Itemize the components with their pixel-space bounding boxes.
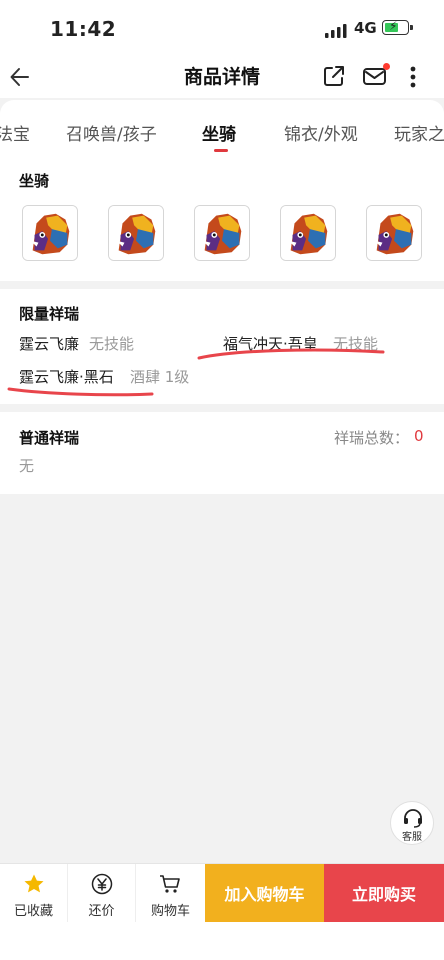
- status-time: 11:42: [50, 17, 117, 41]
- limited-item-note: 酒肆 1级: [130, 368, 190, 386]
- tab-player[interactable]: 玩家之: [394, 120, 444, 145]
- more-icon[interactable]: [404, 64, 422, 90]
- network-type: 4G: [354, 19, 377, 37]
- headset-icon: [404, 809, 422, 828]
- cart-label: 购物车: [150, 904, 190, 919]
- nav-bar: 商品详情: [0, 58, 444, 98]
- dragon-mount-image: [195, 206, 249, 260]
- total-count-label: 祥瑞总数：: [334, 429, 410, 447]
- battery-icon: ⚡: [382, 19, 413, 35]
- empty-text: 无: [19, 457, 35, 475]
- service-label: 客服: [402, 832, 422, 843]
- favorite-label: 已收藏: [13, 904, 53, 919]
- yuan-icon: [91, 873, 113, 895]
- tab-mounts[interactable]: 坐骑: [202, 120, 236, 145]
- notification-dot: [383, 63, 390, 70]
- customer-service-button[interactable]: 客服: [390, 801, 434, 845]
- buy-now-button[interactable]: 立即购买: [324, 864, 444, 922]
- limited-item-note: 无技能: [333, 335, 379, 353]
- limited-section-title: 限量祥瑞: [19, 305, 80, 323]
- limited-item-name: 霆云飞廉·黑石: [19, 368, 114, 386]
- add-to-cart-button[interactable]: 加入购物车: [205, 864, 324, 922]
- cart-icon: [160, 875, 180, 893]
- limited-item-note: 无技能: [89, 335, 135, 353]
- mount-thumbnail[interactable]: [22, 205, 78, 261]
- active-tab-indicator: [214, 149, 228, 152]
- mount-thumbnail[interactable]: [366, 205, 422, 261]
- tab-fabao[interactable]: 法宝: [0, 120, 30, 145]
- bargain-button[interactable]: 还价: [68, 864, 136, 922]
- signal-icon: [325, 24, 347, 38]
- limited-item-name: 福气冲天·吾皇: [223, 335, 318, 353]
- normal-section-title: 普通祥瑞: [19, 429, 80, 447]
- tab-outfits[interactable]: 锦衣/外观: [284, 120, 358, 145]
- bottom-action-bar: 已收藏 还价 购物车 加入购物车 立即购买: [0, 863, 444, 922]
- dragon-mount-image: [109, 206, 163, 260]
- mount-thumbnail[interactable]: [280, 205, 336, 261]
- mounts-section-title: 坐骑: [19, 172, 50, 190]
- bargain-label: 还价: [88, 904, 115, 919]
- dragon-mount-image: [281, 206, 335, 260]
- star-icon: [24, 874, 44, 893]
- home-indicator-area: [0, 922, 444, 960]
- dragon-mount-image: [23, 206, 77, 260]
- status-bar: 11:42 4G ⚡: [0, 0, 444, 58]
- favorite-button[interactable]: 已收藏: [0, 864, 68, 922]
- dragon-mount-image: [367, 206, 421, 260]
- mount-thumbnail[interactable]: [194, 205, 250, 261]
- cart-button[interactable]: 购物车: [136, 864, 205, 922]
- share-icon[interactable]: [322, 64, 346, 88]
- total-count-value: 0: [414, 427, 424, 445]
- limited-item-name: 霆云飞廉: [19, 335, 80, 353]
- tab-summons[interactable]: 召唤兽/孩子: [66, 120, 157, 145]
- mount-thumbnail[interactable]: [108, 205, 164, 261]
- normal-card: [0, 412, 444, 494]
